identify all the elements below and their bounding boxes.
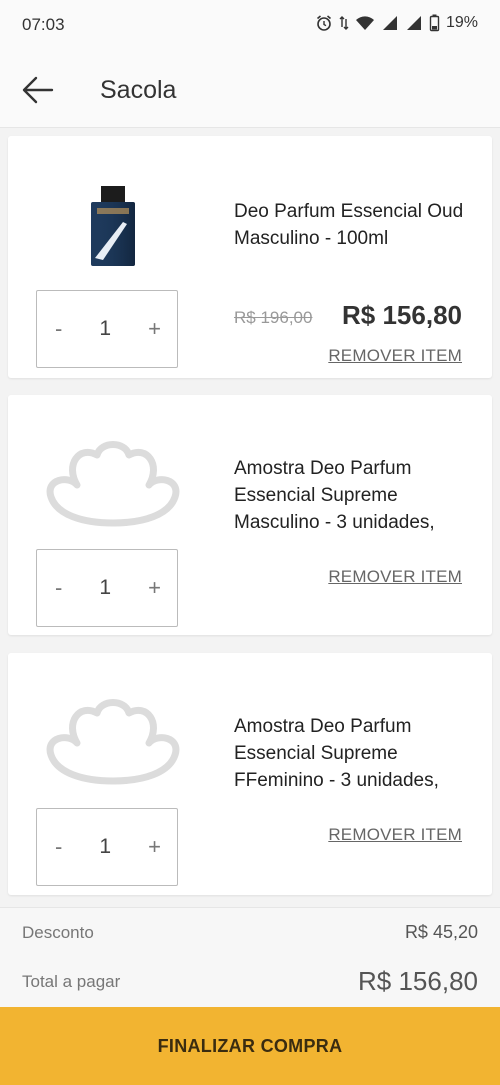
quantity-stepper: - 1 + (36, 549, 178, 627)
remove-item-button[interactable]: REMOVER ITEM (328, 346, 462, 366)
app-header: Sacola (0, 50, 500, 128)
price: R$ 156,80 (342, 300, 462, 330)
increase-button[interactable]: + (148, 575, 161, 601)
product-name: Amostra Deo Parfum Essencial Supreme Mas… (234, 458, 435, 533)
page-title: Sacola (100, 76, 177, 104)
natura-logo-placeholder-icon (46, 699, 180, 785)
old-price: R$ 196,00 (234, 308, 313, 327)
signal-icon (382, 16, 397, 30)
remove-item-button[interactable]: REMOVER ITEM (328, 567, 462, 587)
perfume-bottle-image (91, 186, 135, 266)
natura-logo-placeholder-icon (46, 441, 180, 527)
status-bar: 07:03 19% (0, 0, 500, 50)
decrease-button[interactable]: - (55, 834, 62, 860)
order-summary: Desconto R$ 45,20 Total a pagar R$ 156,8… (0, 907, 500, 1007)
discount-label: Desconto (22, 923, 94, 942)
cart-item: Deo Parfum Essencial Oud Masculino - 100… (8, 136, 492, 378)
cart-item: Amostra Deo Parfum Essencial Supreme FFe… (8, 653, 492, 895)
back-button[interactable] (20, 72, 56, 108)
increase-button[interactable]: + (148, 834, 161, 860)
signal-icon-2 (406, 16, 421, 30)
cart-item: Amostra Deo Parfum Essencial Supreme Mas… (8, 395, 492, 635)
product-image (38, 166, 188, 286)
decrease-button[interactable]: - (55, 316, 62, 342)
product-image (38, 683, 188, 803)
checkout-button[interactable]: FINALIZAR COMPRA (0, 1007, 500, 1085)
quantity-value: 1 (99, 835, 112, 858)
battery-icon (429, 14, 440, 32)
decrease-button[interactable]: - (55, 575, 62, 601)
status-time: 07:03 (22, 15, 65, 34)
wifi-icon (355, 16, 374, 30)
product-name: Amostra Deo Parfum Essencial Supreme FFe… (234, 716, 439, 791)
data-arrows-icon (339, 16, 349, 30)
remove-item-button[interactable]: REMOVER ITEM (328, 825, 462, 845)
quantity-value: 1 (99, 576, 112, 599)
battery-percent: 19% (445, 14, 478, 31)
discount-value: R$ 45,20 (404, 922, 478, 942)
increase-button[interactable]: + (148, 316, 161, 342)
status-icons: 19% (315, 14, 478, 32)
quantity-stepper: - 1 + (36, 808, 178, 886)
quantity-value: 1 (99, 317, 112, 340)
total-value: R$ 156,80 (358, 966, 478, 996)
back-arrow-icon (22, 76, 54, 104)
product-image (38, 425, 188, 545)
quantity-stepper: - 1 + (36, 290, 178, 368)
product-name: Deo Parfum Essencial Oud Masculino - 100… (234, 201, 464, 249)
alarm-icon (316, 15, 331, 31)
total-label: Total a pagar (22, 972, 121, 991)
